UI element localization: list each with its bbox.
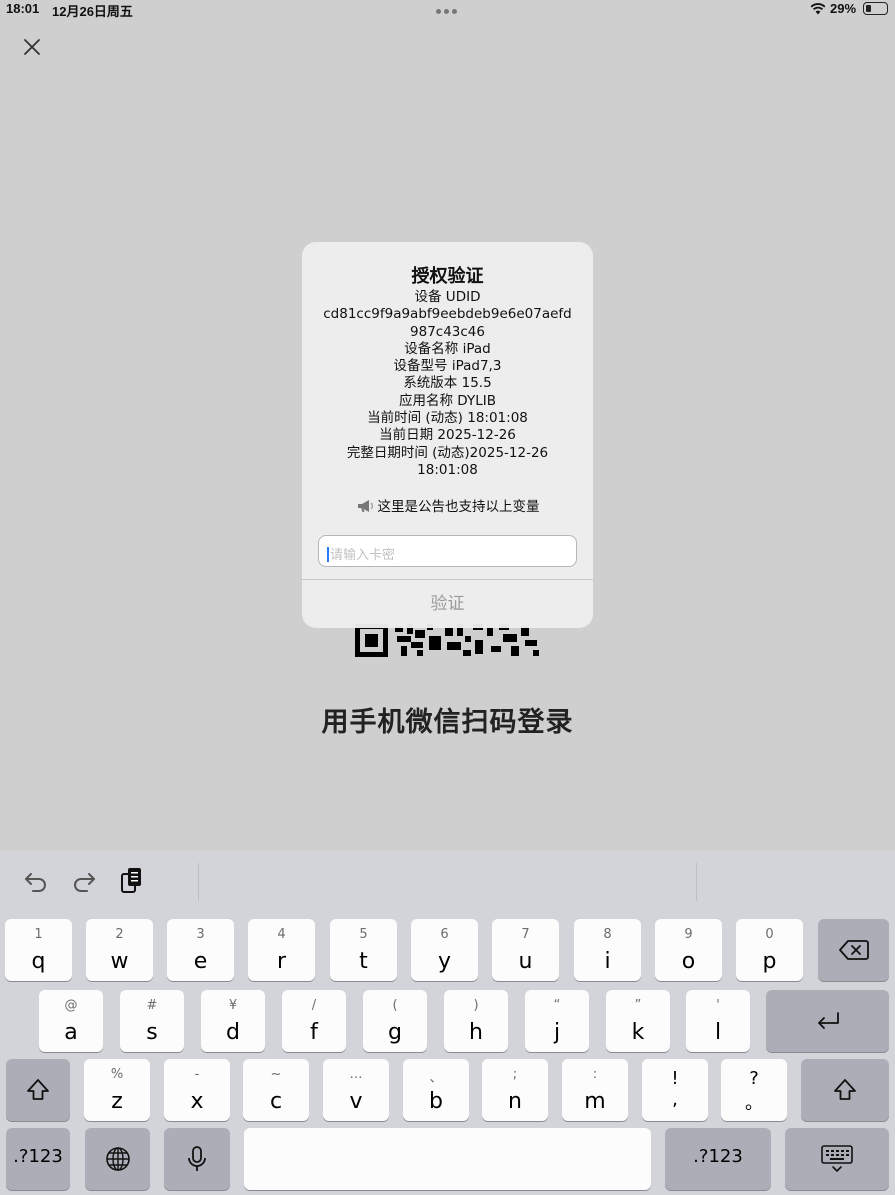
key-r[interactable]: 4r xyxy=(248,919,315,981)
status-bar: 18:01 12月26日周五 29% xyxy=(0,0,895,20)
multitasking-dots-icon[interactable] xyxy=(436,9,460,14)
info-line: 设备 UDID xyxy=(414,289,481,305)
info-line: 系统版本 15.5 xyxy=(403,375,492,392)
key-y[interactable]: 6y xyxy=(411,919,478,981)
key-question-period[interactable]: ?。 xyxy=(721,1059,787,1121)
dismiss-keyboard-key[interactable] xyxy=(785,1128,889,1190)
key-g[interactable]: (g xyxy=(363,990,427,1052)
close-icon[interactable] xyxy=(21,36,43,58)
key-n[interactable]: ; n xyxy=(482,1059,548,1121)
toolbar-divider xyxy=(198,863,199,901)
return-icon xyxy=(818,1012,839,1029)
battery-percent: 29% xyxy=(830,1,857,16)
info-line: 应用名称 DYLIB xyxy=(399,392,496,409)
battery-icon xyxy=(863,2,888,15)
numbers-key-right[interactable]: .?123 xyxy=(665,1128,771,1190)
key-t[interactable]: 5t xyxy=(330,919,397,981)
notice-text: 这里是公告也支持以上变量 xyxy=(377,499,540,515)
key-u[interactable]: 7u xyxy=(492,919,559,981)
megaphone-icon xyxy=(357,500,373,512)
numbers-key-left[interactable]: .?123 xyxy=(6,1128,70,1190)
key-k[interactable]: ” k xyxy=(606,990,670,1052)
key-v[interactable]: … v xyxy=(323,1059,389,1121)
key-a[interactable]: @ a xyxy=(39,990,103,1052)
status-date: 12月26日周五 xyxy=(52,4,133,19)
info-line: 设备型号 iPad7,3 xyxy=(393,358,502,375)
key-d[interactable]: ¥ d xyxy=(201,990,265,1052)
auth-dialog: 授权验证 设备 UDID cd81cc9f9a9abf9eebdeb9e6e07… xyxy=(302,242,593,628)
key-o[interactable]: 9o xyxy=(655,919,722,981)
info-line: 当前日期 2025-12-26 xyxy=(379,427,516,444)
key-m[interactable]: :m xyxy=(562,1059,628,1121)
shift-key-left[interactable] xyxy=(6,1059,70,1121)
key-i[interactable]: 8i xyxy=(574,919,641,981)
space-key[interactable] xyxy=(244,1128,651,1190)
key-b[interactable]: 、 b xyxy=(403,1059,469,1121)
wifi-icon xyxy=(810,3,826,15)
backspace-icon xyxy=(839,940,869,960)
info-line: 18:01:08 xyxy=(417,461,478,478)
verify-button[interactable]: 验证 xyxy=(302,580,593,628)
info-line: 987c43c46 xyxy=(410,323,485,340)
return-key[interactable] xyxy=(766,990,889,1052)
text-caret xyxy=(327,547,329,562)
key-z[interactable]: % z xyxy=(84,1059,150,1121)
toolbar-divider xyxy=(696,863,697,901)
microphone-key[interactable] xyxy=(164,1128,230,1190)
key-q[interactable]: 1q xyxy=(5,919,72,981)
key-x[interactable]: -x xyxy=(164,1059,230,1121)
undo-icon[interactable] xyxy=(22,867,50,895)
shift-icon xyxy=(834,1079,856,1100)
info-line: 完整日期时间 (动态)2025-12-26 xyxy=(346,444,549,461)
key-l[interactable]: ' l xyxy=(686,990,750,1052)
info-line: 设备名称 iPad xyxy=(404,340,491,357)
status-time: 18:01 xyxy=(6,1,40,16)
globe-icon xyxy=(106,1147,130,1171)
paste-icon[interactable] xyxy=(118,866,146,894)
keyboard-dismiss-icon xyxy=(821,1145,853,1172)
wechat-login-text: 用手机微信扫码登录 xyxy=(321,707,574,738)
input-placeholder: 请输入卡密 xyxy=(330,548,396,563)
key-w[interactable]: 2w xyxy=(86,919,153,981)
microphone-icon xyxy=(188,1146,206,1171)
notice: 这里是公告也支持以上变量 xyxy=(302,495,593,515)
key-exclamation-comma[interactable]: !, xyxy=(642,1059,708,1121)
dialog-title: 授权验证 xyxy=(411,266,484,287)
key-e[interactable]: 3e xyxy=(167,919,234,981)
globe-key[interactable] xyxy=(85,1128,150,1190)
redo-icon[interactable] xyxy=(70,867,98,895)
shift-key-right[interactable] xyxy=(801,1059,889,1121)
info-line: cd81cc9f9a9abf9eebdeb9e6e07aefd xyxy=(323,306,572,323)
shift-icon xyxy=(27,1079,49,1100)
info-line: 当前时间 (动态) 18:01:08 xyxy=(367,410,528,427)
key-j[interactable]: “j xyxy=(525,990,589,1052)
key-s[interactable]: # s xyxy=(120,990,184,1052)
card-key-input[interactable]: 请输入卡密 xyxy=(318,535,577,567)
keyboard: 1q 2w 3e 4r 5t 6y 7u 8i 9o 0p @ a # s ¥ d /… xyxy=(0,851,895,1195)
key-f[interactable]: / f xyxy=(282,990,346,1052)
key-c[interactable]: ~ c xyxy=(243,1059,309,1121)
key-p[interactable]: 0p xyxy=(736,919,803,981)
backspace-key[interactable] xyxy=(818,919,889,981)
device-info: 设备 UDID cd81cc9f9a9abf9eebdeb9e6e07aefd … xyxy=(302,289,593,479)
key-h[interactable]: ) h xyxy=(444,990,508,1052)
